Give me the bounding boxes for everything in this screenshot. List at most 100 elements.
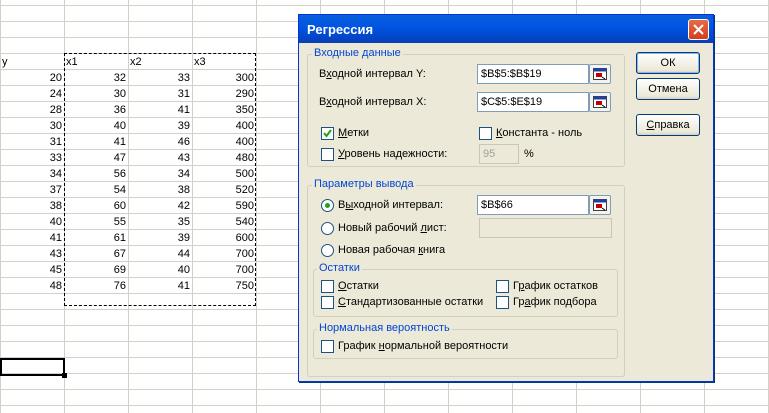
data-cell[interactable]: 55 [64, 214, 128, 230]
data-cell[interactable]: 42 [128, 198, 192, 214]
data-cell[interactable]: 37 [0, 182, 64, 198]
data-cell[interactable]: 31 [0, 134, 64, 150]
data-cell[interactable]: 34 [128, 166, 192, 182]
data-cell[interactable]: 32 [64, 70, 128, 86]
new-sheet-field[interactable] [479, 218, 612, 238]
data-cell[interactable]: 28 [0, 102, 64, 118]
input-y-range-button[interactable] [589, 64, 611, 84]
close-button[interactable] [688, 19, 709, 40]
std-residuals-checkbox[interactable] [321, 296, 334, 309]
data-cell[interactable]: 400 [192, 134, 256, 150]
data-cell[interactable]: 300 [192, 70, 256, 86]
normal-probability-group-title: Нормальная вероятность [317, 322, 452, 334]
residual-plot-label: График остатков [513, 280, 598, 292]
data-cell[interactable]: 30 [0, 118, 64, 134]
data-cell[interactable]: 41 [128, 102, 192, 118]
normal-probability-checkbox[interactable] [321, 340, 334, 353]
data-cell[interactable]: 750 [192, 278, 256, 294]
data-cell[interactable]: 45 [0, 262, 64, 278]
data-cell[interactable]: 700 [192, 262, 256, 278]
data-cell[interactable]: 40 [0, 214, 64, 230]
residuals-checkbox[interactable] [321, 280, 334, 293]
std-residuals-label: Стандартизованные остатки [338, 296, 484, 308]
data-cell[interactable]: 480 [192, 150, 256, 166]
data-cell[interactable]: 56 [64, 166, 128, 182]
checkmark-icon [323, 129, 332, 138]
dialog-titlebar[interactable]: Регрессия [299, 15, 713, 43]
input-x-field[interactable]: $C$5:$E$19 [477, 92, 589, 112]
input-x-range-button[interactable] [589, 92, 611, 112]
output-range-button[interactable] [589, 195, 611, 215]
input-y-field[interactable]: $B$5:$B$19 [477, 64, 589, 84]
constant-zero-checkbox[interactable] [479, 127, 492, 140]
data-cell[interactable]: 33 [0, 150, 64, 166]
data-cell[interactable]: 46 [128, 134, 192, 150]
data-cell[interactable]: 520 [192, 182, 256, 198]
data-cell[interactable]: 47 [64, 150, 128, 166]
data-cell[interactable]: 700 [192, 246, 256, 262]
confidence-level-field[interactable]: 95 [479, 144, 519, 164]
new-book-label: Новая рабочая книга [338, 244, 446, 256]
cancel-button[interactable]: Отмена [636, 78, 700, 100]
data-cell[interactable]: 290 [192, 86, 256, 102]
data-cell[interactable]: 500 [192, 166, 256, 182]
data-cell[interactable]: 540 [192, 214, 256, 230]
constant-zero-label: Константа - ноль [496, 127, 583, 139]
data-cell[interactable]: 41 [0, 230, 64, 246]
data-cell[interactable]: 43 [0, 246, 64, 262]
data-cell[interactable]: 30 [64, 86, 128, 102]
data-cell[interactable]: 54 [64, 182, 128, 198]
data-cell[interactable]: 350 [192, 102, 256, 118]
data-cell[interactable]: 35 [128, 214, 192, 230]
active-cell[interactable] [0, 358, 67, 378]
data-cell[interactable]: 67 [64, 246, 128, 262]
data-cell[interactable]: 33 [128, 70, 192, 86]
range-select-icon [593, 199, 607, 211]
data-cell[interactable]: 38 [128, 182, 192, 198]
fill-handle[interactable] [62, 373, 67, 378]
data-cell[interactable]: 44 [128, 246, 192, 262]
data-cell[interactable]: 60 [64, 198, 128, 214]
confidence-level-checkbox[interactable] [321, 148, 334, 161]
data-cell[interactable]: 39 [128, 230, 192, 246]
header-cell[interactable]: x3 [192, 54, 256, 70]
fit-plot-checkbox[interactable] [496, 296, 509, 309]
input-y-label: Входной интервал Y: [319, 68, 426, 80]
data-cell[interactable]: 31 [128, 86, 192, 102]
output-range-field[interactable]: $B$66 [477, 195, 589, 215]
data-cell[interactable]: 400 [192, 118, 256, 134]
data-cell[interactable]: 41 [128, 278, 192, 294]
data-cell[interactable]: 20 [0, 70, 64, 86]
output-range-radio[interactable] [321, 199, 334, 212]
header-cell[interactable]: x2 [128, 54, 192, 70]
data-cell[interactable]: 600 [192, 230, 256, 246]
data-cell[interactable]: 590 [192, 198, 256, 214]
new-book-radio[interactable] [321, 244, 334, 257]
residual-plot-checkbox[interactable] [496, 280, 509, 293]
grid-column-line [256, 0, 257, 413]
data-cell[interactable]: 43 [128, 150, 192, 166]
range-select-icon [593, 68, 607, 80]
data-cell[interactable]: 34 [0, 166, 64, 182]
help-button[interactable]: Справка [636, 114, 700, 136]
header-cell[interactable]: y [0, 54, 64, 70]
data-cell[interactable]: 40 [128, 262, 192, 278]
labels-checkbox[interactable] [321, 127, 334, 140]
data-cell[interactable]: 40 [64, 118, 128, 134]
ok-button[interactable]: ОК [636, 52, 700, 74]
header-cell[interactable]: x1 [64, 54, 128, 70]
data-cell[interactable]: 38 [0, 198, 64, 214]
data-cell[interactable]: 36 [64, 102, 128, 118]
input-x-label: Входной интервал X: [319, 96, 427, 108]
data-cell[interactable]: 39 [128, 118, 192, 134]
data-cell[interactable]: 48 [0, 278, 64, 294]
data-cell[interactable]: 41 [64, 134, 128, 150]
data-cell[interactable]: 24 [0, 86, 64, 102]
data-cell[interactable]: 69 [64, 262, 128, 278]
radio-selected-dot [325, 203, 330, 208]
labels-label: Метки [338, 127, 370, 139]
data-cell[interactable]: 61 [64, 230, 128, 246]
new-sheet-radio[interactable] [321, 222, 334, 235]
output-group-title: Параметры вывода [312, 178, 416, 190]
data-cell[interactable]: 76 [64, 278, 128, 294]
